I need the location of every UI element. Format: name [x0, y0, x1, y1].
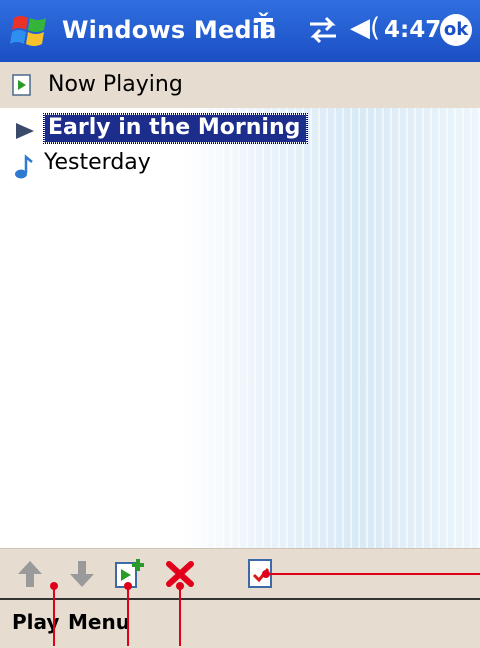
- menu-bar: Play Menu: [0, 598, 480, 648]
- callout-line: [53, 586, 55, 646]
- move-down-icon[interactable]: [64, 557, 100, 591]
- window-title: Windows Media: [62, 16, 277, 44]
- play-arrow-icon: [16, 123, 34, 139]
- title-bar: Windows Media Ť ◀( 4:47 ok: [0, 0, 480, 62]
- volume-icon[interactable]: ◀(: [350, 13, 380, 43]
- now-playing-label: Now Playing: [48, 72, 183, 97]
- callout-line: [127, 586, 129, 646]
- windows-start-icon[interactable]: [10, 12, 50, 50]
- list-item-label: Yesterday: [44, 150, 151, 175]
- signal-antenna-icon: Ť: [254, 12, 274, 45]
- now-playing-header[interactable]: Now Playing: [0, 62, 480, 109]
- ok-button[interactable]: ok: [440, 14, 472, 46]
- move-up-icon[interactable]: [12, 557, 48, 591]
- menu-menu[interactable]: Menu: [68, 610, 130, 634]
- callout-line: [266, 573, 480, 575]
- music-note-icon: [15, 154, 33, 179]
- playlist: Early in the Morning Yesterday: [0, 108, 480, 548]
- connectivity-icon[interactable]: [306, 14, 340, 46]
- list-item-label: Early in the Morning: [42, 113, 309, 144]
- clock[interactable]: 4:47: [384, 17, 441, 43]
- now-playing-icon: [12, 74, 31, 96]
- list-item[interactable]: Yesterday: [0, 148, 480, 184]
- list-item[interactable]: Early in the Morning: [0, 112, 480, 148]
- callout-line: [179, 586, 181, 646]
